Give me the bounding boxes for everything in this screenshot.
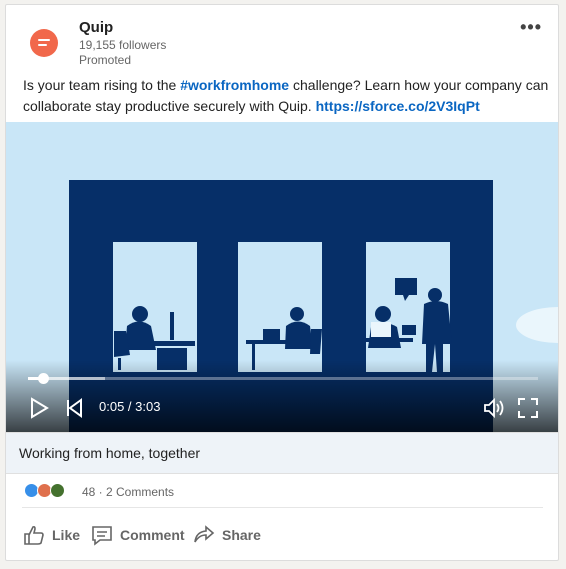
post-header: Quip 19,155 followers Promoted ••• xyxy=(6,5,558,77)
company-name[interactable]: Quip xyxy=(79,19,113,36)
like-icon xyxy=(24,525,44,545)
share-button[interactable]: Share xyxy=(192,523,261,547)
share-label: Share xyxy=(222,527,261,543)
post-text-start: Is your team rising to the xyxy=(23,77,181,93)
video-time: 0:05 / 3:03 xyxy=(99,399,161,414)
reactions-comments-count[interactable]: 48 · 2 Comments xyxy=(82,485,174,499)
post-url-link[interactable]: https://sforce.co/2V3IqPt xyxy=(316,98,480,114)
divider xyxy=(22,507,543,508)
share-icon xyxy=(194,525,215,543)
post-text: Is your team rising to the #workfromhome… xyxy=(23,75,551,117)
promoted-label: Promoted xyxy=(79,53,132,67)
action-bar: Like Comment Share xyxy=(6,515,558,555)
celebrate-reaction-icon xyxy=(50,483,65,498)
comment-label: Comment xyxy=(120,527,185,543)
progress-track[interactable] xyxy=(28,377,538,380)
fullscreen-icon[interactable] xyxy=(516,396,540,420)
hashtag-link[interactable]: #workfromhome xyxy=(180,77,289,93)
controls-overlay xyxy=(6,360,558,432)
like-label: Like xyxy=(52,527,81,543)
video-caption[interactable]: Working from home, together xyxy=(19,445,200,461)
video-caption-bar[interactable]: Working from home, together xyxy=(6,432,558,474)
follower-count: 19,155 followers xyxy=(79,38,167,52)
volume-icon[interactable] xyxy=(482,396,506,420)
like-button[interactable]: Like xyxy=(22,523,80,547)
comment-button[interactable]: Comment xyxy=(90,523,185,547)
skip-back-icon[interactable] xyxy=(63,396,85,420)
play-icon[interactable] xyxy=(28,396,50,420)
feed-post-card: Quip 19,155 followers Promoted ••• Is yo… xyxy=(5,4,559,561)
quip-logo-icon[interactable] xyxy=(30,29,58,57)
video-player[interactable]: 0:05 / 3:03 xyxy=(6,122,558,432)
comment-icon xyxy=(92,526,112,546)
more-options-icon[interactable]: ••• xyxy=(520,17,542,38)
